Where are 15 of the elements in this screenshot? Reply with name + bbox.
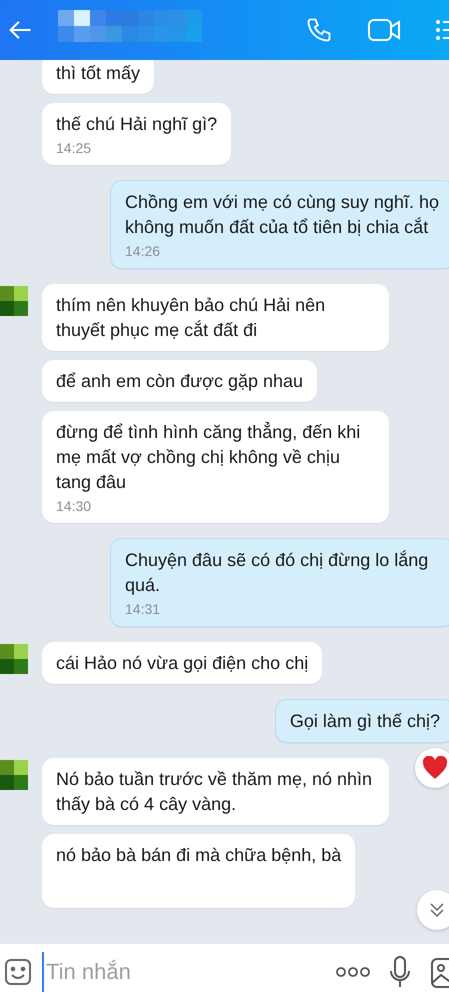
message-text: thì tốt mấy [56,62,140,85]
message-text: thế chú Hải nghĩ gì? [56,113,218,136]
message-text: thím nên khuyên bảo chú Hải nên thuyết phục mẹ cắt đất đi [56,294,326,342]
message-text: Chồng em với mẹ có cùng suy nghĩ. họ không muốn đất của tổ tiên bị chia cắt [125,191,440,239]
message-time: 14:25 [56,139,92,157]
message-text: để anh em còn được gặp nhau [56,370,304,393]
message-text: Gọi làm gì thế chị? [290,710,440,733]
message-time: 14:30 [56,497,92,515]
message-time: 14:31 [125,600,162,618]
message-text: Chuyện đâu sẽ có đó chị đừng lo lắng quá. [125,549,430,597]
message-text: đừng để tình hình căng thẳng, đến khi mẹ mất vợ chồng chị không về chịu tang đâu [56,420,362,494]
message-text: nó bảo bà bán đi mà chữa bệnh, bà [56,844,342,867]
message-time: 14:26 [125,242,162,260]
message-text: cái Hảo nó vừa gọi điện cho chị [56,652,308,675]
message-text: Nó bảo tuần trước về thăm mẹ, nó nhìn thấy bà có 4 cây vàng. [56,768,374,816]
